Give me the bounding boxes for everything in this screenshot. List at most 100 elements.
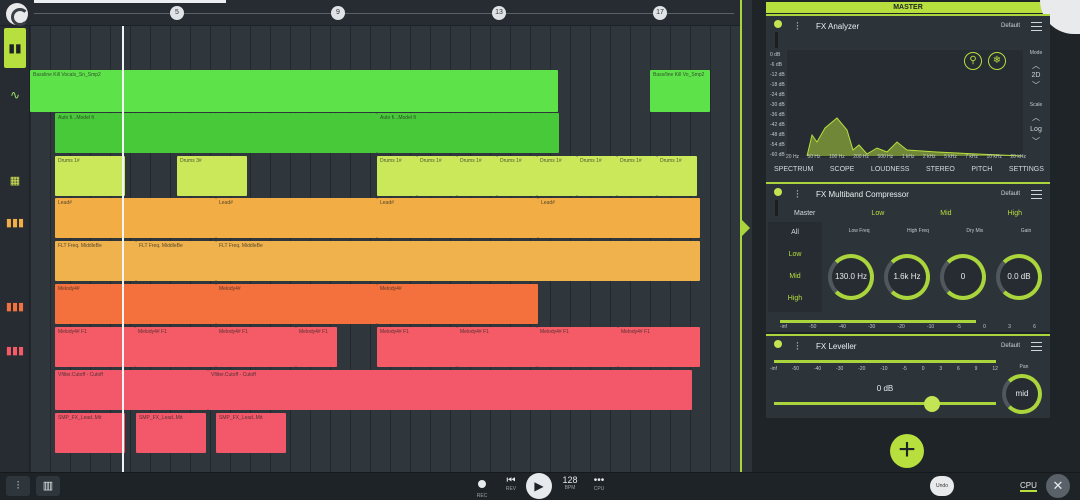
piano-view-icon[interactable]: ▥ [36,476,60,496]
tempo-display[interactable]: 128 BPM [560,475,580,491]
menu-icon[interactable] [1031,22,1042,31]
chevron-down-icon[interactable]: ﹀ [1028,80,1044,91]
pattern-clip[interactable]: Melody4# F1 [457,327,537,367]
preset-selector[interactable]: Default [1001,23,1020,29]
automation-clip[interactable]: FLT Freq. MiddleBe [216,241,700,281]
playhead[interactable] [122,26,124,472]
chevron-down-icon[interactable]: ﹀ [1028,136,1044,147]
low-freq-knob[interactable]: 130.0 Hz [828,254,874,300]
freeze-icon[interactable]: ❄ [988,52,1006,70]
pattern-clip[interactable]: Melody4# F1 [135,327,216,367]
pattern-clip[interactable]: Melody4# F1 [296,327,337,367]
close-button[interactable]: ✕ [1046,474,1070,498]
timeline-ruler[interactable]: 5 9 13 17 [0,0,742,26]
mixer-view-icon[interactable]: ⫶ [6,476,30,496]
tab-spectrum[interactable]: SPECTRUM [774,166,813,173]
pattern-clip[interactable]: Melody4# [55,284,216,324]
tab-mid[interactable]: Mid [940,210,951,217]
undo-button[interactable]: Undo [930,476,954,496]
power-icon[interactable] [774,20,782,28]
pattern-clip[interactable]: Lead# [538,198,700,238]
playlist-grid[interactable]: Bassline Kill Vocals_Sn_Smp2 Bass/line K… [30,26,742,472]
bar-marker[interactable]: 13 [492,6,506,20]
gain-knob[interactable]: 0.0 dB [996,254,1042,300]
audio-clip[interactable]: SMP_FX_Lead..Mit [55,413,125,453]
pattern-clip[interactable]: Drums 1# [497,156,537,196]
band-high[interactable]: High [768,288,822,310]
lead-pattern-icon[interactable]: ▮▮▮ [4,208,26,238]
tab-pitch[interactable]: PITCH [971,166,992,173]
pattern-clip[interactable]: Melody4# F1 [537,327,618,367]
melody-pattern-icon[interactable]: ▮▮▮ [4,292,26,322]
audio-clip[interactable]: SMP_FX_Lead..Mit [216,413,286,453]
automation-clip[interactable]: Auto fi...Model fi [377,113,559,153]
mix-slider[interactable] [775,32,778,48]
power-icon[interactable] [774,340,782,348]
pan-knob[interactable]: mid [1002,374,1042,414]
band-all[interactable]: All [768,222,822,244]
bar-marker[interactable]: 5 [170,6,184,20]
pattern-clip[interactable]: Lead# [377,198,538,238]
bar-marker[interactable]: 9 [331,6,345,20]
tab-stereo[interactable]: STEREO [926,166,955,173]
split-divider[interactable] [740,0,742,472]
pattern-clip[interactable]: Drums 1# [457,156,497,196]
add-effect-button[interactable]: + [890,434,924,468]
volume-slider[interactable] [774,402,996,405]
pattern-clip[interactable]: Drums 1# [617,156,657,196]
more-button[interactable]: ••• CPU [589,475,609,492]
bar-marker[interactable]: 17 [653,6,667,20]
tab-settings[interactable]: SETTINGS [1009,166,1044,173]
tab-low[interactable]: Low [871,210,884,217]
automation-clip[interactable]: Auto fi...Model fi [55,113,377,153]
chevron-up-icon[interactable]: ︿ [1028,60,1044,71]
pattern-clip[interactable]: Drums 1# [577,156,617,196]
pattern-clip[interactable]: Melody4# F1 [377,327,457,367]
pattern-clip[interactable]: Melody4# F1 [216,327,296,367]
automation-clip[interactable]: Vfilter.Cutoff - Cutoff [55,370,208,410]
preset-selector[interactable]: Default [1001,191,1020,197]
tab-master[interactable]: Master [794,210,815,217]
chevron-up-icon[interactable]: ︿ [1028,112,1044,123]
melody2-pattern-icon[interactable]: ▮▮▮ [4,336,26,366]
expand-arrow-icon[interactable] [742,220,750,236]
pattern-clip[interactable]: Lead# [55,198,216,238]
high-freq-knob[interactable]: 1.6k Hz [884,254,930,300]
pattern-clip[interactable]: Lead# [216,198,377,238]
equalizer-track-icon[interactable]: ▮▮ [4,28,26,68]
dry-mix-knob[interactable]: 0 [940,254,986,300]
cpu-indicator[interactable]: CPU [1020,481,1037,492]
pattern-clip[interactable]: Drums 3# [177,156,247,196]
tab-high[interactable]: High [1008,210,1022,217]
tab-loudness[interactable]: LOUDNESS [871,166,910,173]
pattern-clip[interactable]: Drums 1# [537,156,577,196]
zoom-icon[interactable]: ⚲ [964,52,982,70]
band-mid[interactable]: Mid [768,266,822,288]
audio-wave-icon[interactable]: ∿ [4,80,26,110]
automation-clip[interactable]: FLT Freq. MiddleBe [136,241,216,281]
volume-slider-handle[interactable] [924,396,940,412]
pattern-clip[interactable]: Melody4# [216,284,377,324]
band-low[interactable]: Low [768,244,822,266]
menu-icon[interactable] [1031,190,1042,199]
loop-region[interactable] [34,0,226,3]
audio-clip[interactable]: SMP_FX_Lead..Mit [136,413,206,453]
preset-selector[interactable]: Default [1001,343,1020,349]
fl-logo-icon[interactable] [6,3,29,26]
drum-pattern-icon[interactable]: ▦ [4,166,26,196]
pattern-clip[interactable]: Drums 1# [55,156,125,196]
audio-clip[interactable]: Bassline Kill Vocals_Sn_Smp2 [30,70,558,112]
play-button[interactable]: ▶ [526,473,552,499]
spectrum-graph[interactable] [787,50,1024,158]
menu-icon[interactable] [1031,342,1042,351]
audio-clip[interactable]: Bass/line Kill Vo_Smp2 [650,70,710,112]
pattern-clip[interactable]: Drums 1# [657,156,697,196]
record-button[interactable]: REC [474,475,490,499]
pattern-clip[interactable]: Melody4# [377,284,538,324]
pattern-clip[interactable]: Melody4# F1 [618,327,700,367]
power-icon[interactable] [774,188,782,196]
automation-clip[interactable]: Vfilter.Cutoff - Cutoff [208,370,692,410]
pattern-clip[interactable]: Drums 1# [377,156,417,196]
pattern-clip[interactable]: Drums 1# [417,156,457,196]
rewind-button[interactable]: ⏮ REV [502,475,520,492]
